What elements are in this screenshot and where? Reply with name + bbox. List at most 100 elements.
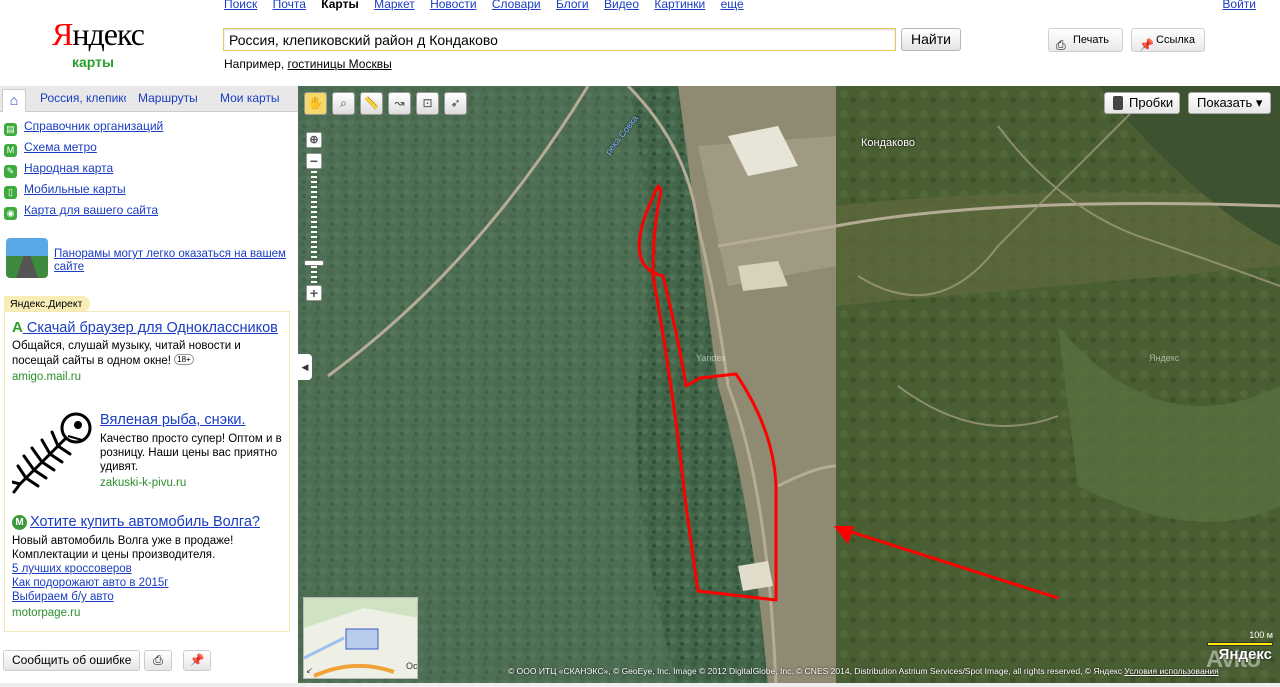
service-dictionaries[interactable]: Словари	[492, 0, 541, 11]
service-blogs[interactable]: Блоги	[556, 0, 589, 11]
zoom-out-button[interactable]: −	[306, 153, 322, 169]
nav-item-metro[interactable]: М Схема метро	[4, 138, 163, 159]
collapse-sidebar-button[interactable]: ◀	[298, 354, 312, 380]
sidebar-link-button[interactable]: 📌	[183, 650, 211, 671]
fish-skeleton-icon[interactable]	[12, 412, 92, 494]
pushpin-icon: 📌	[1139, 38, 1154, 52]
compass-icon[interactable]: ⊕	[306, 132, 322, 148]
logo-sub: карты	[72, 54, 114, 70]
chevron-left-icon: ◀	[301, 362, 309, 372]
nav-item-label[interactable]: Карта для вашего сайта	[24, 203, 158, 217]
minus-icon: −	[309, 153, 319, 169]
link-button[interactable]: 📌 Ссылка	[1131, 28, 1205, 52]
people-map-icon: ✎	[4, 165, 17, 178]
cursor-icon: ➶	[450, 96, 461, 110]
ruler-icon: 📏	[364, 96, 379, 110]
show-layers-dropdown[interactable]: Показать ▾	[1188, 92, 1272, 114]
map-logo-text: Яндекс	[1218, 646, 1272, 663]
ad-sublink[interactable]: Как подорожают авто в 2015г	[12, 576, 282, 590]
ads-block: A Скачай браузер для Одноклассников Обща…	[4, 311, 290, 632]
report-error-button[interactable]: Сообщить об ошибке	[3, 650, 141, 671]
service-market[interactable]: Маркет	[374, 0, 415, 11]
ad-sublink[interactable]: Выбираем б/у авто	[12, 590, 282, 604]
example-link[interactable]: гостиницы Москвы	[288, 57, 392, 71]
print-button[interactable]: ⎙ Печать	[1048, 28, 1123, 52]
area-search-icon: ⊡	[422, 96, 433, 110]
nav-item-label[interactable]: Народная карта	[24, 161, 113, 175]
watermark-yandex-latin: Yandex	[696, 353, 726, 363]
traffic-button[interactable]: Пробки	[1104, 92, 1181, 114]
services-list: ▤ Справочник организаций М Схема метро ✎ На…	[4, 117, 163, 222]
ad-url[interactable]: motorpage.ru	[12, 606, 282, 620]
ad-url[interactable]: zakuski-k-pivu.ru	[100, 476, 290, 490]
metro-icon: М	[4, 144, 17, 157]
service-more[interactable]: еще	[721, 0, 744, 11]
minimap-graphics	[304, 598, 417, 678]
service-video[interactable]: Видео	[604, 0, 639, 11]
nav-item-directory[interactable]: ▤ Справочник организаций	[4, 117, 163, 138]
ad-title[interactable]: M Хотите купить автомобиль Волга?	[12, 514, 282, 530]
zoom-scale[interactable]	[311, 171, 317, 283]
site-map-icon: ◉	[4, 207, 17, 220]
panorama-link[interactable]: Панорамы могут легко оказаться на вашем …	[54, 248, 294, 274]
zoom-control: ⊕ − +	[304, 132, 324, 301]
place-label-kondakovo: Кондаково	[861, 137, 916, 149]
search-button[interactable]: Найти	[901, 28, 961, 51]
nav-item-mobile[interactable]: ▯ Мобильные карты	[4, 180, 163, 201]
motorpage-icon: M	[12, 515, 27, 530]
yandex-direct-label: Яндекс.Директ	[4, 296, 91, 312]
plus-icon: +	[309, 285, 319, 301]
ad-body: Вяленая рыба, снэки. Качество просто суп…	[100, 412, 290, 490]
logo-main: Яндекс	[52, 16, 145, 52]
route-tool-button[interactable]: ↝	[388, 92, 411, 115]
tab-routes[interactable]: Маршруты	[138, 91, 198, 105]
magnifier-tool-button[interactable]: ⌕	[332, 92, 355, 115]
nav-item-site-map[interactable]: ◉ Карта для вашего сайта	[4, 201, 163, 222]
tab-search-result[interactable]: Россия, клепико	[40, 91, 126, 105]
pushpin-icon: 📌	[189, 653, 205, 667]
link-label: Ссылка	[1156, 34, 1195, 46]
ad-text: Общайся, слушай музыку, читай новости и …	[12, 339, 282, 368]
ad-sublink[interactable]: 5 лучших кроссоверов	[12, 562, 282, 576]
home-icon: ⌂	[9, 92, 19, 108]
ad-title[interactable]: Вяленая рыба, снэки.	[100, 412, 290, 428]
directory-icon: ▤	[4, 123, 17, 136]
ad-title-text[interactable]: Хотите купить автомобиль Волга?	[30, 514, 260, 530]
ruler-tool-button[interactable]: 📏	[360, 92, 383, 115]
nav-item-label[interactable]: Мобильные карты	[24, 182, 126, 196]
map-view[interactable]: ◀ ✋ ⌕ 📏 ↝ ⊡ ➶ ⊕ − + Пробки Показать ▾ Ко…	[298, 86, 1280, 687]
minimap-label: Ос	[406, 661, 418, 671]
age-badge: 18+	[174, 354, 194, 365]
nav-item-label[interactable]: Схема метро	[24, 140, 97, 154]
ad-title[interactable]: A Скачай браузер для Одноклассников	[12, 320, 282, 337]
traffic-label: Пробки	[1129, 95, 1174, 110]
expand-minimap-icon[interactable]: ↙	[306, 666, 313, 675]
pan-tool-button[interactable]: ✋	[304, 92, 327, 115]
sidebar-print-button[interactable]: ⎙	[144, 650, 172, 671]
search-area-tool-button[interactable]: ⊡	[416, 92, 439, 115]
ad-text-body: Общайся, слушай музыку, читай новости и …	[12, 340, 241, 367]
nav-item-label[interactable]: Справочник организаций	[24, 119, 163, 133]
ad-url[interactable]: amigo.mail.ru	[12, 370, 282, 384]
login-link[interactable]: Войти	[1222, 0, 1256, 11]
terms-link[interactable]: Условия использования	[1124, 666, 1218, 676]
ad-item: M Хотите купить автомобиль Волга? Новый а…	[12, 514, 282, 620]
tab-my-maps[interactable]: Мои карты	[220, 91, 280, 105]
watermark-yandex: Яндекс	[1149, 353, 1180, 363]
service-news[interactable]: Новости	[430, 0, 476, 11]
service-mail[interactable]: Почта	[273, 0, 306, 11]
ad-text: Новый автомобиль Волга уже в продаже! Ко…	[12, 535, 234, 561]
satellite-imagery	[298, 86, 1280, 687]
nav-item-people-map[interactable]: ✎ Народная карта	[4, 159, 163, 180]
zoom-slider-handle[interactable]	[304, 260, 324, 266]
zoom-in-button[interactable]: +	[306, 285, 322, 301]
info-tool-button[interactable]: ➶	[444, 92, 467, 115]
service-images[interactable]: Картинки	[654, 0, 705, 11]
service-search[interactable]: Поиск	[224, 0, 257, 11]
home-tab[interactable]: ⌂	[2, 89, 26, 112]
search-input[interactable]	[223, 28, 896, 51]
logo-text: ндекс	[72, 16, 145, 52]
minimap[interactable]: Ос ↙	[303, 597, 418, 679]
yandex-logo[interactable]: Яндекс карты	[52, 16, 145, 70]
ad-title-text[interactable]: Скачай браузер для Одноклассников	[27, 320, 278, 336]
